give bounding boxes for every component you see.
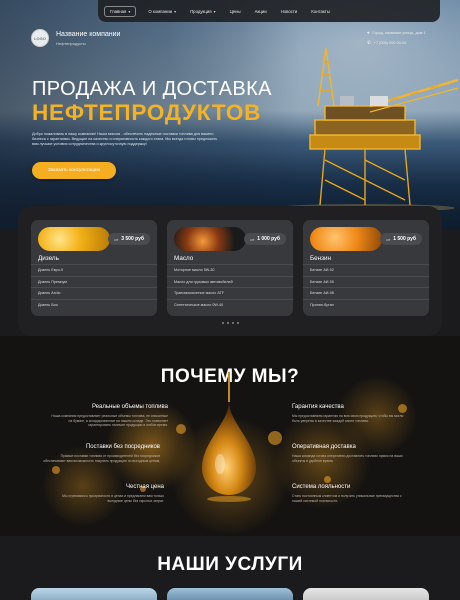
product-card-diesel[interactable]: от 3 500 руб Дизель Дизель Евро-5 Дизель… (31, 220, 157, 316)
nav-item-news[interactable]: Новости (281, 9, 298, 14)
nav-item-products[interactable]: Продукция ▾ (190, 9, 216, 14)
hero-description: Добро пожаловать в нашу компанию! Наша м… (32, 132, 218, 146)
list-item[interactable]: Пропан-бутан (303, 298, 429, 311)
feature-real-volumes: Реальные объемы топлива Наша компания пр… (45, 401, 173, 431)
chevron-down-icon: ▾ (213, 8, 216, 14)
header-contacts: ⌖ Город, название улицы, дом 1 ✆ +7 (000… (367, 30, 459, 51)
feature-fast-delivery: Оперативная доставка Наша команда готова… (287, 441, 415, 467)
nav-item-contacts[interactable]: Контакты (311, 9, 330, 14)
petrol-image (310, 227, 382, 251)
feature-title: Честная цена (125, 484, 164, 490)
list-item[interactable]: Трансмиссионное масло ATF (167, 287, 293, 299)
product-list: Дизель Евро-5 Дизель Премиум Дизель Arct… (31, 264, 157, 310)
feature-title: Поставки без посредников (85, 444, 160, 450)
nav-item-label: Главная (110, 8, 127, 14)
feature-text: Наша команда готова оперативно доставлят… (292, 454, 403, 463)
nav-item-label: О компании (148, 8, 173, 14)
service-card-image[interactable] (167, 588, 293, 600)
carousel-dot[interactable] (222, 322, 224, 324)
price-value: 1 000 руб (257, 236, 280, 242)
location-pin-icon: ⌖ (367, 30, 370, 35)
logo-text: LOGO (34, 35, 46, 41)
phone-text: +7 (000) 000-00-00 (373, 41, 407, 45)
product-title: Бензин (310, 255, 331, 262)
price-prefix: от (386, 236, 391, 242)
product-card-oil[interactable]: от 1 000 руб Масло Моторное масло 5W-30 … (167, 220, 293, 316)
carousel-dot[interactable] (237, 322, 239, 324)
feature-text: Мы стремимся к прозрачности в ценах и пр… (62, 494, 164, 503)
price-badge: от 1 500 руб (380, 233, 422, 245)
feature-title: Гарантия качества (292, 404, 344, 410)
list-item[interactable]: Синтетическое масло 0W-40 (167, 298, 293, 311)
list-item[interactable]: Дизель Премиум (31, 275, 157, 288)
address-row: ⌖ Город, название улицы, дом 1 (367, 30, 459, 35)
feature-title: Оперативная доставка (292, 444, 356, 450)
address-text: Город, название улицы, дом 1 (372, 30, 426, 35)
phone-row[interactable]: ✆ +7 (000) 000-00-00 (367, 40, 459, 46)
feature-loyalty-program: Система лояльности Стать постоянным клие… (287, 481, 415, 507)
price-badge: от 1 000 руб (244, 233, 286, 245)
bokeh-light (268, 431, 282, 445)
list-item[interactable]: Дизель Евро-5 (31, 264, 157, 276)
company-subtitle: Нефтепродукты (56, 41, 86, 46)
nav-item-label: Акции (254, 8, 267, 14)
carousel-dots (222, 322, 242, 324)
oil-drop-image (202, 372, 256, 502)
product-list: Бензин АИ-92 Бензин АИ-95 Бензин АИ-98 П… (303, 264, 429, 310)
company-name: Название компании (56, 31, 121, 38)
nav-item-home[interactable]: Главная ▾ (104, 5, 137, 17)
feature-quality-guarantee: Гарантия качества Мы предоставляем гаран… (287, 401, 415, 427)
list-item[interactable]: Бензин АИ-95 (303, 275, 429, 288)
product-title: Дизель (38, 255, 59, 262)
oil-image (174, 227, 246, 251)
feature-title: Система лояльности (292, 484, 351, 490)
list-item[interactable]: Моторное масло 5W-30 (167, 264, 293, 276)
feature-text: Стать постоянным клиентом и получить уни… (292, 494, 402, 503)
nav-item-promotions[interactable]: Акции (255, 9, 267, 14)
feature-text: Наша компания предоставляет реальные объ… (51, 414, 168, 428)
hero-title-line1: ПРОДАЖА И ДОСТАВКА (32, 78, 272, 100)
product-card-petrol[interactable]: от 1 500 руб Бензин Бензин АИ-92 Бензин … (303, 220, 429, 316)
feature-fair-price: Честная цена Мы стремимся к прозрачности… (41, 481, 169, 507)
product-list: Моторное масло 5W-30 Масло для грузовых … (167, 264, 293, 310)
price-badge: от 3 500 руб (108, 233, 150, 245)
feature-no-intermediaries: Поставки без посредников Прямые поставки… (37, 441, 165, 467)
list-item[interactable]: Бензин АИ-92 (303, 264, 429, 276)
list-item[interactable]: Бензин АИ-98 (303, 287, 429, 299)
chevron-down-icon: ▾ (174, 8, 177, 14)
list-item[interactable]: Дизель Arctic (31, 287, 157, 299)
service-card-image[interactable] (31, 588, 157, 600)
bokeh-light (324, 476, 331, 483)
bokeh-light (52, 466, 60, 474)
price-prefix: от (250, 236, 255, 242)
nav-item-label: Контакты (311, 8, 330, 14)
company-logo[interactable]: LOGO (31, 29, 49, 47)
phone-icon: ✆ (367, 40, 371, 45)
nav-item-label: Продукция (190, 8, 212, 14)
chevron-down-icon: ▾ (128, 8, 131, 14)
feature-text: Прямые поставки топлива от производителе… (43, 454, 160, 463)
bokeh-light (176, 424, 186, 434)
feature-title: Реальные объемы топлива (91, 404, 168, 410)
main-nav: Главная ▾ О компании ▾ Продукция ▾ Цены … (98, 0, 440, 22)
price-value: 3 500 руб (121, 236, 144, 242)
services-title: НАШИ УСЛУГИ (157, 554, 303, 575)
feature-text: Мы предоставляем гарантию на всю свою пр… (292, 414, 404, 423)
list-item[interactable]: Масло для грузовых автомобилей (167, 275, 293, 288)
nav-item-prices[interactable]: Цены (230, 9, 241, 14)
hero-title-line2: НЕФТЕПРОДУКТОВ (32, 100, 262, 125)
diesel-image (38, 227, 110, 251)
carousel-dot[interactable] (227, 322, 229, 324)
service-card-image[interactable] (303, 588, 429, 600)
nav-item-about[interactable]: О компании ▾ (148, 9, 176, 14)
price-value: 1 500 руб (393, 236, 416, 242)
list-item[interactable]: Дизель Био (31, 298, 157, 311)
nav-item-label: Новости (280, 8, 298, 14)
carousel-dot[interactable] (232, 322, 234, 324)
nav-item-label: Цены (229, 8, 241, 14)
product-title: Масло (174, 255, 194, 262)
consultation-button[interactable]: Заказать консультацию (32, 162, 116, 179)
price-prefix: от (114, 236, 119, 242)
